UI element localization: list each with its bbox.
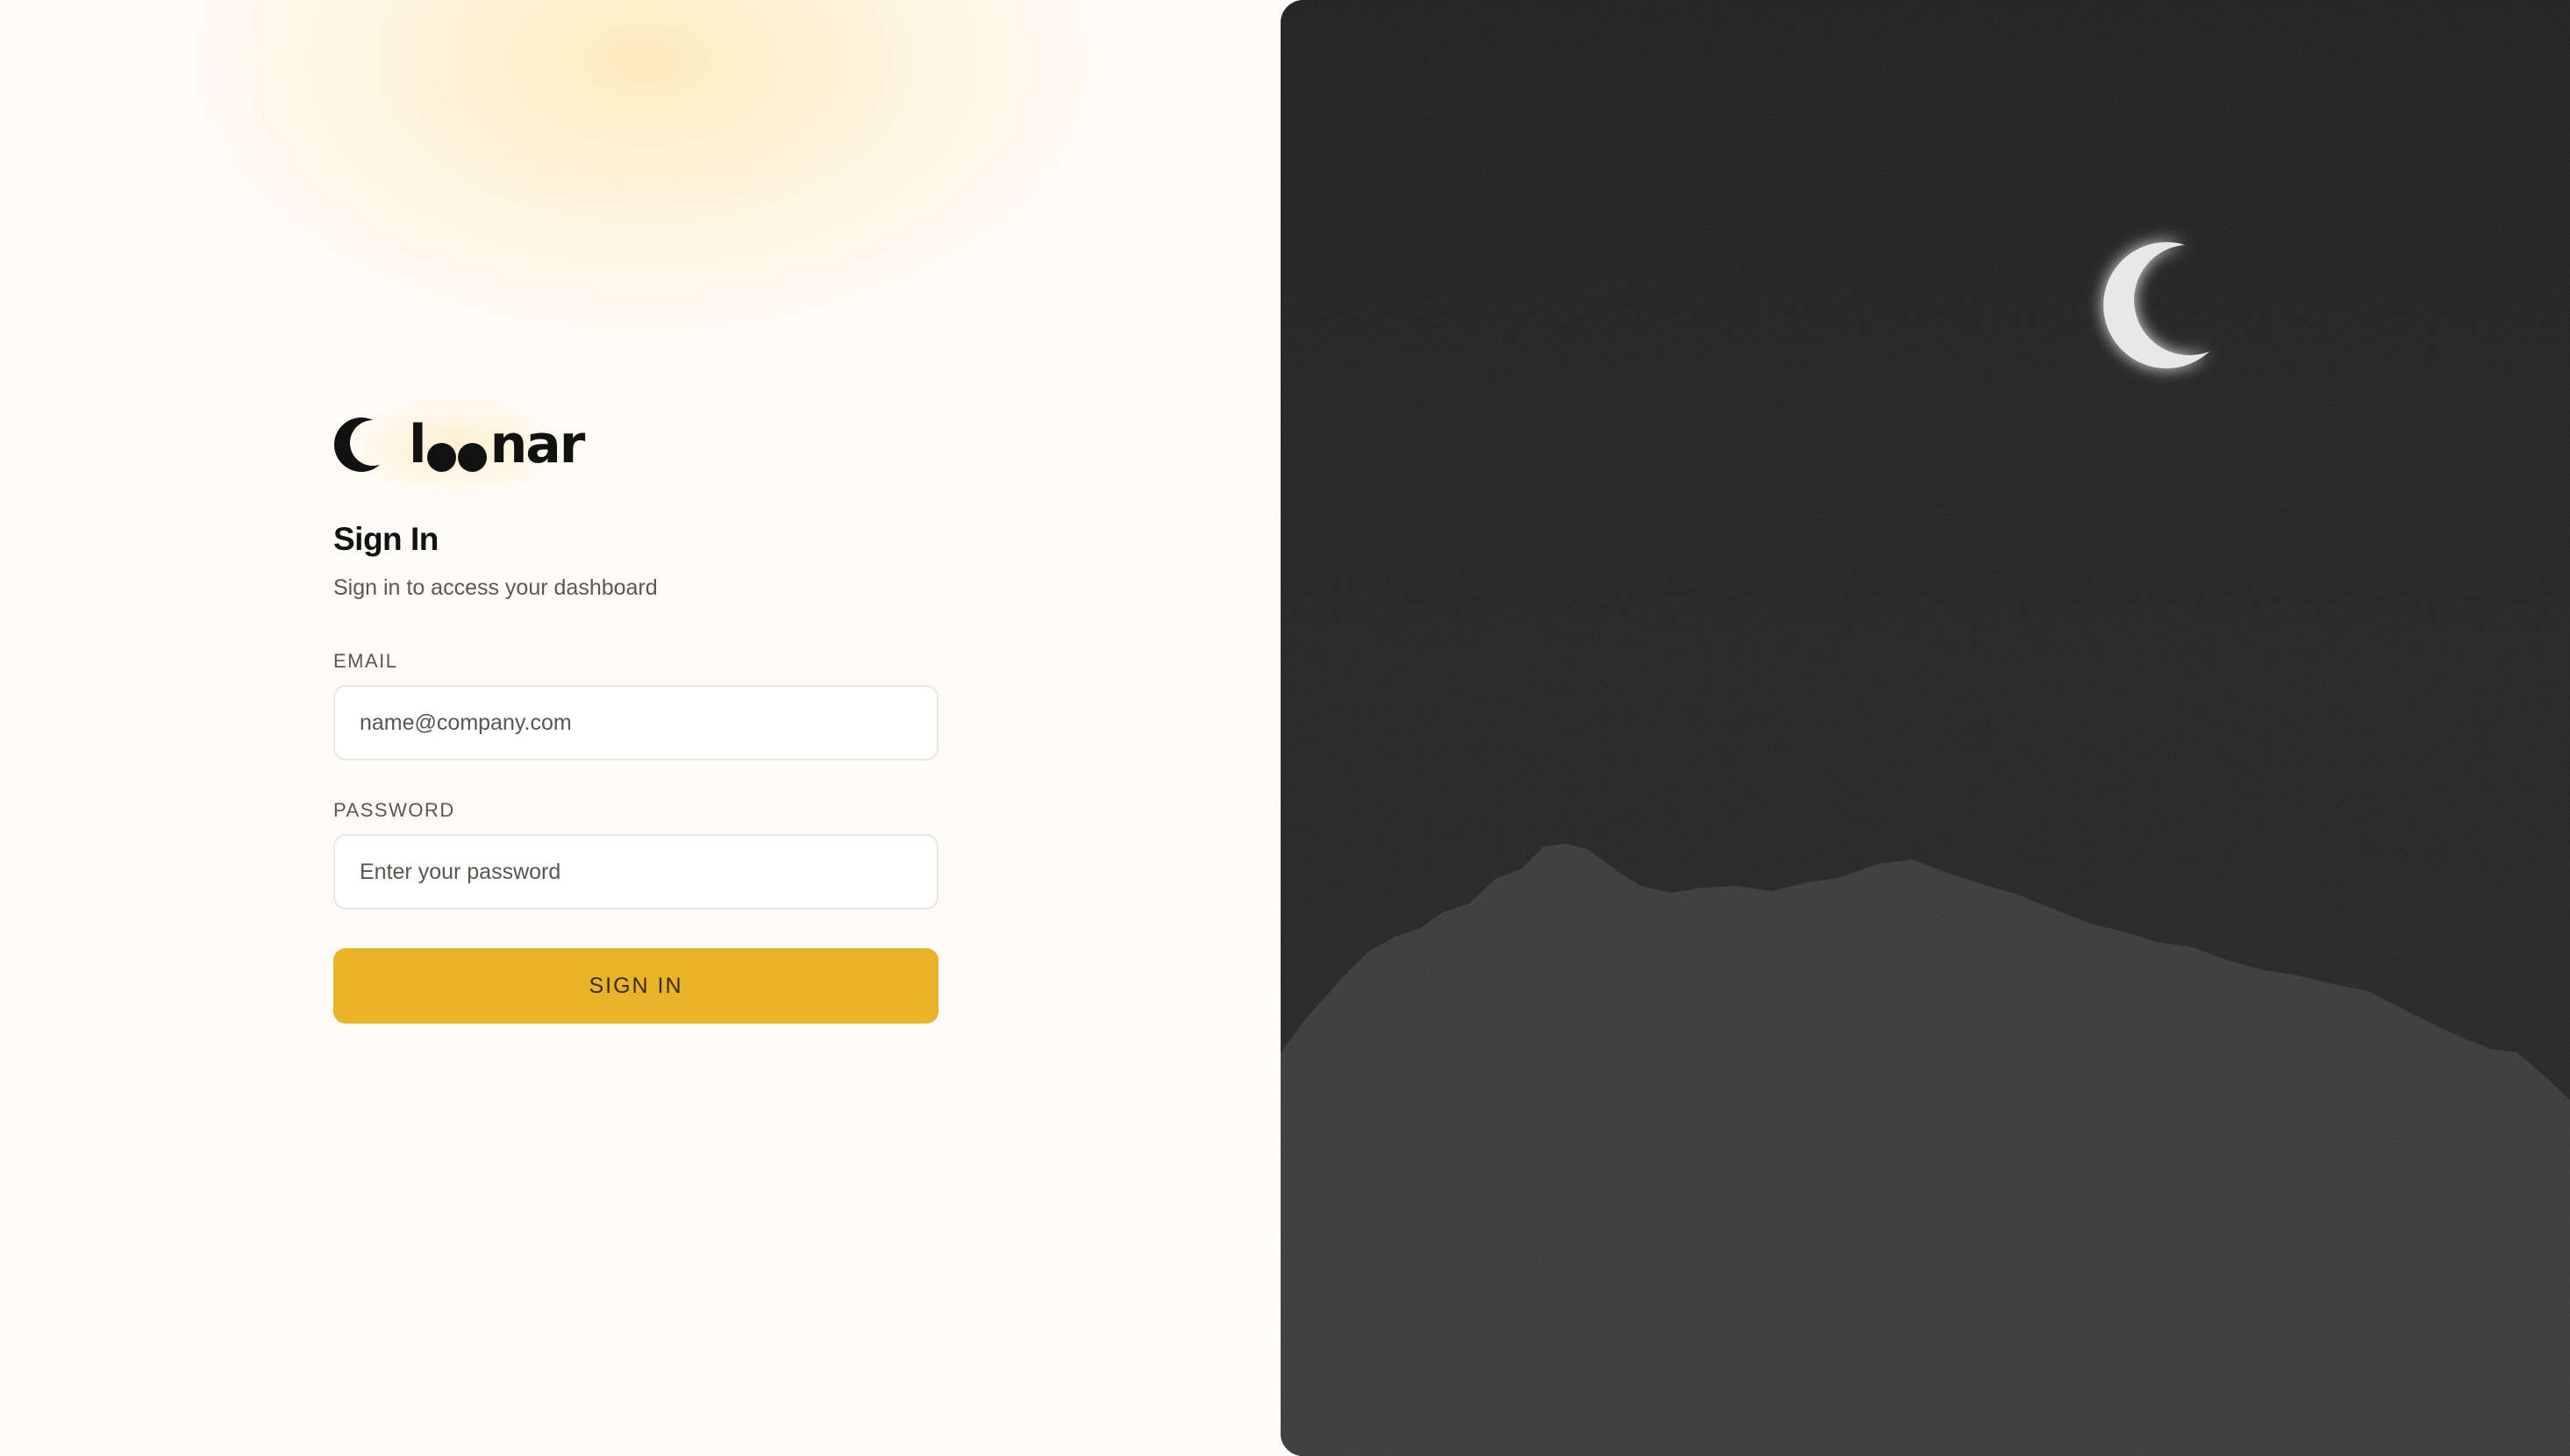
sign-in-panel: l nar Sign In Sign in to access your das… (0, 0, 1281, 1456)
crescent-moon-icon (334, 418, 389, 472)
email-field[interactable] (333, 685, 939, 760)
page-title: Sign In (333, 521, 439, 557)
password-label: PASSWORD (333, 799, 455, 821)
sign-in-form: l nar Sign In Sign in to access your das… (333, 412, 939, 1024)
brand-dot (426, 443, 456, 472)
hero-illustration (1281, 0, 2570, 1456)
page-subtitle: Sign in to access your dashboard (333, 575, 658, 600)
email-label: EMAIL (333, 650, 398, 672)
brand-name-prefix: l (409, 414, 427, 475)
password-field[interactable] (333, 834, 939, 910)
brand-dots (426, 432, 489, 472)
night-landscape-illustration (1281, 0, 2570, 1456)
brand-dot (457, 443, 487, 472)
background-glow (105, 0, 1184, 386)
brand-logo: l nar (333, 412, 939, 477)
grain-overlay (1281, 0, 2570, 1456)
brand-wordmark: l nar (409, 412, 586, 477)
sign-in-button[interactable]: SIGN IN (333, 948, 939, 1024)
brand-name-suffix: nar (489, 414, 586, 475)
sign-in-page: l nar Sign In Sign in to access your das… (0, 0, 2570, 1456)
